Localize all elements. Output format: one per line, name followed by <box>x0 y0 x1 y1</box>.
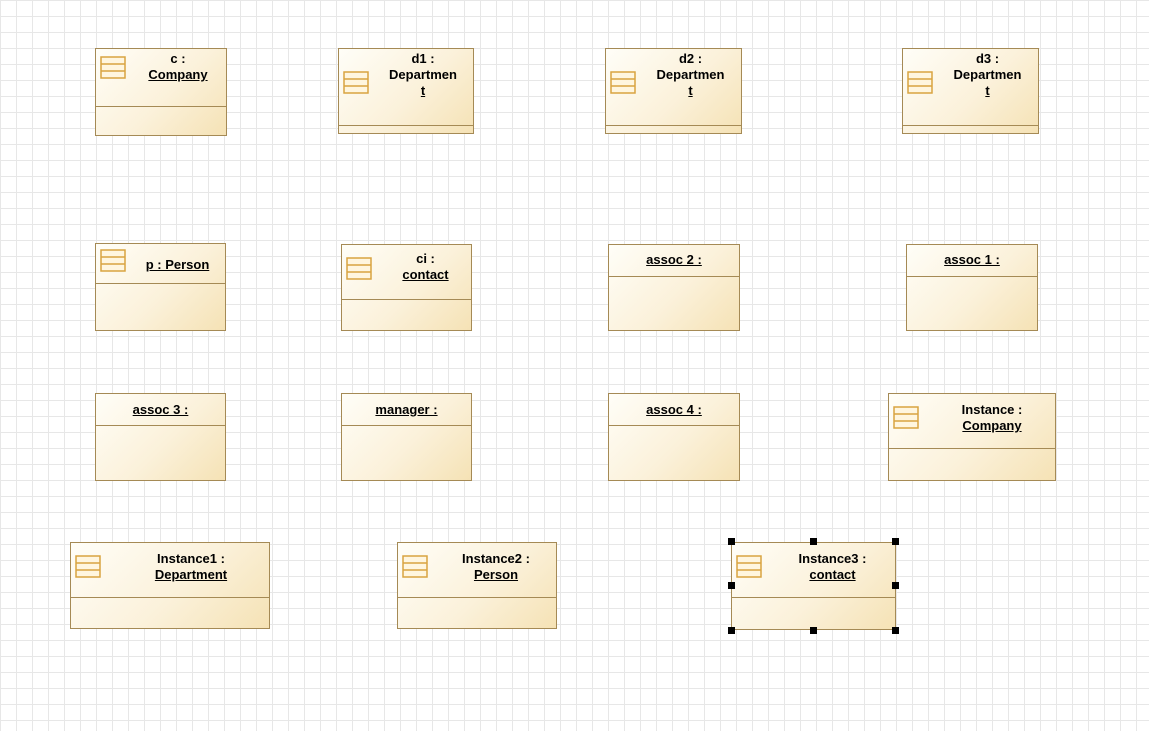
instance-spec-icon <box>346 257 372 280</box>
instance-spec-icon <box>610 71 636 94</box>
object-label: Instance1 : Department <box>154 551 228 582</box>
object-label: p : Person <box>145 257 210 272</box>
object-assoc2[interactable]: assoc 2 : <box>608 244 740 331</box>
instance-spec-icon <box>907 71 933 94</box>
resize-handle-bottom[interactable] <box>810 627 817 634</box>
object-assoc3[interactable]: assoc 3 : <box>95 393 226 481</box>
object-label: d1 : Departmen t <box>389 51 457 98</box>
instance-spec-icon <box>75 555 101 578</box>
object-assoc4[interactable]: assoc 4 : <box>608 393 740 481</box>
diagram-canvas[interactable]: c : Company d1 : Departmen t d2 : Depart… <box>0 0 1149 731</box>
instance-spec-icon <box>402 555 428 578</box>
object-label: manager : <box>375 402 438 417</box>
object-label: c : Company <box>148 51 208 82</box>
resize-handle-top-right[interactable] <box>892 538 899 545</box>
instance-spec-icon <box>343 71 369 94</box>
instance-spec-icon <box>736 555 762 578</box>
instance-spec-icon <box>100 249 126 272</box>
object-label: Instance2 : Person <box>462 551 530 582</box>
object-label: assoc 1 : <box>944 252 1000 267</box>
object-d2-department[interactable]: d2 : Departmen t <box>605 48 742 134</box>
object-manager[interactable]: manager : <box>341 393 472 481</box>
object-instance2-person[interactable]: Instance2 : Person <box>397 542 557 629</box>
object-label: Instance : Company <box>961 402 1023 433</box>
resize-handle-top[interactable] <box>810 538 817 545</box>
resize-handle-bottom-left[interactable] <box>728 627 735 634</box>
object-label: Instance3 : contact <box>798 551 867 582</box>
instance-spec-icon <box>893 406 919 429</box>
object-label: ci : contact <box>402 251 449 282</box>
object-label: assoc 3 : <box>132 402 189 417</box>
object-d3-department[interactable]: d3 : Departmen t <box>902 48 1039 134</box>
object-instance3-contact[interactable]: Instance3 : contact <box>731 542 896 630</box>
resize-handle-bottom-right[interactable] <box>892 627 899 634</box>
object-label: assoc 4 : <box>646 402 702 417</box>
resize-handle-top-left[interactable] <box>728 538 735 545</box>
resize-handle-right[interactable] <box>892 582 899 589</box>
object-d1-department[interactable]: d1 : Departmen t <box>338 48 474 134</box>
object-assoc1[interactable]: assoc 1 : <box>906 244 1038 331</box>
object-label: assoc 2 : <box>646 252 702 267</box>
object-label: d2 : Departmen t <box>656 51 725 98</box>
object-ci-contact[interactable]: ci : contact <box>341 244 472 331</box>
object-c-company[interactable]: c : Company <box>95 48 227 136</box>
object-p-person[interactable]: p : Person <box>95 243 226 331</box>
object-instance-company[interactable]: Instance : Company <box>888 393 1056 481</box>
object-instance1-department[interactable]: Instance1 : Department <box>70 542 270 629</box>
instance-spec-icon <box>100 56 126 79</box>
object-label: d3 : Departmen t <box>953 51 1022 98</box>
resize-handle-left[interactable] <box>728 582 735 589</box>
